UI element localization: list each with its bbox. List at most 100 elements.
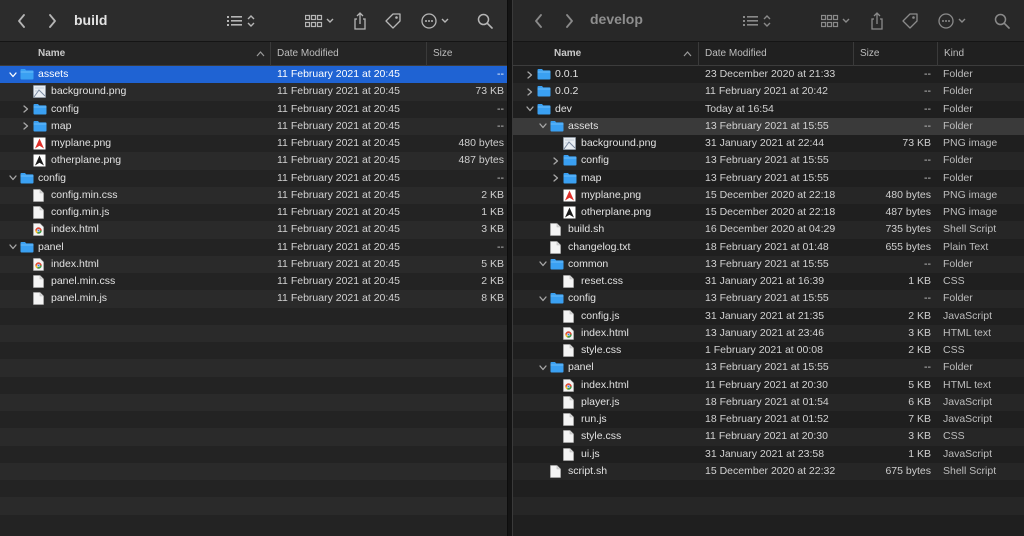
file-row[interactable]: otherplane.png 11 February 2021 at 20:45 4… bbox=[0, 152, 507, 170]
disclosure-closed-icon[interactable] bbox=[551, 152, 561, 169]
file-row[interactable]: 0.0.1 23 December 2020 at 21:33 -- Folder bbox=[513, 66, 1024, 84]
file-row[interactable]: config 11 February 2021 at 20:45 -- bbox=[0, 169, 507, 187]
disclosure-open-icon[interactable] bbox=[538, 290, 548, 307]
file-row[interactable]: run.js 18 February 2021 at 01:52 7 KB JavaS… bbox=[513, 411, 1024, 429]
file-name: config.min.css bbox=[51, 188, 118, 201]
tags-button[interactable] bbox=[899, 8, 921, 34]
file-row[interactable]: panel.min.css 11 February 2021 at 20:45 2 … bbox=[0, 273, 507, 291]
column-date-modified[interactable]: Date Modified bbox=[698, 42, 853, 66]
file-row[interactable]: assets 13 February 2021 at 15:55 -- Folder bbox=[513, 117, 1024, 135]
file-kind: HTML text bbox=[943, 326, 992, 339]
file-row[interactable]: background.png 11 February 2021 at 20:45 7… bbox=[0, 83, 507, 101]
file-row[interactable]: myplane.png 11 February 2021 at 20:45 480 … bbox=[0, 135, 507, 153]
search-button[interactable] bbox=[991, 8, 1013, 34]
file-row[interactable]: assets 11 February 2021 at 20:45 -- bbox=[0, 66, 507, 84]
file-row[interactable]: background.png 31 January 2021 at 22:44 73… bbox=[513, 135, 1024, 153]
disclosure-closed-icon[interactable] bbox=[21, 118, 31, 135]
file-size: -- bbox=[924, 361, 931, 374]
file-row[interactable]: map 13 February 2021 at 15:55 -- Folder bbox=[513, 169, 1024, 187]
file-row[interactable]: dev Today at 16:54 -- Folder bbox=[513, 100, 1024, 118]
file-row[interactable]: index.html 13 January 2021 at 23:46 3 KB HT… bbox=[513, 324, 1024, 342]
file-row[interactable]: config.min.js 11 February 2021 at 20:45 1 … bbox=[0, 204, 507, 222]
document-icon bbox=[550, 240, 564, 254]
disclosure-open-icon[interactable] bbox=[538, 118, 548, 135]
file-kind: JavaScript bbox=[943, 395, 993, 408]
disclosure-closed-icon[interactable] bbox=[525, 66, 535, 83]
file-row[interactable]: build.sh 16 December 2020 at 04:29 735 byt… bbox=[513, 221, 1024, 239]
file-row[interactable]: index.html 11 February 2021 at 20:45 3 KB bbox=[0, 221, 507, 239]
tags-button[interactable] bbox=[382, 8, 404, 34]
file-row[interactable]: panel 13 February 2021 at 15:55 -- Folder bbox=[513, 359, 1024, 377]
date-modified: 11 February 2021 at 20:45 bbox=[277, 206, 400, 218]
disclosure-open-icon[interactable] bbox=[8, 239, 18, 256]
file-row[interactable]: reset.css 31 January 2021 at 16:39 1 KB CSS bbox=[513, 273, 1024, 291]
file-name: panel bbox=[568, 361, 594, 374]
file-name: config.min.js bbox=[51, 206, 110, 218]
search-button[interactable] bbox=[474, 8, 496, 34]
plane-image-icon bbox=[563, 189, 577, 202]
back-button[interactable] bbox=[529, 8, 549, 34]
date-modified: 11 February 2021 at 20:45 bbox=[277, 240, 400, 253]
disclosure-open-icon[interactable] bbox=[8, 170, 18, 187]
ellipsis-circle-icon bbox=[421, 13, 453, 29]
forward-button[interactable] bbox=[42, 8, 62, 34]
share-button[interactable] bbox=[350, 8, 370, 34]
share-button[interactable] bbox=[867, 8, 887, 34]
view-options-button[interactable] bbox=[742, 8, 776, 34]
file-row[interactable]: config.js 31 January 2021 at 21:35 2 KB Jav… bbox=[513, 307, 1024, 325]
column-kind[interactable]: Kind bbox=[937, 42, 1024, 66]
file-name: common bbox=[568, 257, 609, 270]
file-size: 480 bytes bbox=[885, 188, 931, 201]
file-row[interactable]: common 13 February 2021 at 15:55 -- Folder bbox=[513, 255, 1024, 273]
file-row[interactable]: panel.min.js 11 February 2021 at 20:45 8 K… bbox=[0, 290, 507, 308]
group-button[interactable] bbox=[304, 8, 338, 34]
file-row[interactable]: otherplane.png 15 December 2020 at 22:18 4… bbox=[513, 204, 1024, 222]
file-name: background.png bbox=[581, 137, 657, 149]
action-button[interactable] bbox=[420, 8, 454, 34]
column-size[interactable]: Size bbox=[426, 42, 507, 66]
file-row[interactable]: index.html 11 February 2021 at 20:30 5 KB H… bbox=[513, 376, 1024, 394]
file-row[interactable]: style.css 11 February 2021 at 20:30 3 KB CS… bbox=[513, 428, 1024, 446]
folder-icon bbox=[550, 120, 564, 133]
view-options-button[interactable] bbox=[226, 8, 260, 34]
column-date-modified[interactable]: Date Modified bbox=[270, 42, 426, 66]
empty-row bbox=[513, 480, 1024, 498]
disclosure-closed-icon[interactable] bbox=[21, 101, 31, 118]
file-size: 7 KB bbox=[908, 413, 931, 425]
file-row[interactable]: changelog.txt 18 February 2021 at 01:48 65… bbox=[513, 238, 1024, 256]
folder-icon bbox=[20, 68, 34, 81]
column-name[interactable]: Name bbox=[38, 42, 65, 66]
file-row[interactable]: player.js 18 February 2021 at 01:54 6 KB Ja… bbox=[513, 393, 1024, 411]
disclosure-closed-icon[interactable] bbox=[551, 170, 561, 187]
file-row[interactable]: 0.0.2 11 February 2021 at 20:42 -- Folder bbox=[513, 83, 1024, 101]
disclosure-open-icon[interactable] bbox=[525, 101, 535, 118]
window-title: develop bbox=[590, 11, 643, 27]
date-modified: 16 December 2020 at 04:29 bbox=[705, 223, 836, 236]
disclosure-open-icon[interactable] bbox=[538, 256, 548, 273]
disclosure-closed-icon[interactable] bbox=[525, 83, 535, 100]
date-modified: 13 February 2021 at 15:55 bbox=[705, 361, 829, 374]
column-name[interactable]: Name bbox=[554, 42, 581, 66]
file-row[interactable]: config.min.css 11 February 2021 at 20:45 2… bbox=[0, 186, 507, 204]
file-row[interactable]: ui.js 31 January 2021 at 23:58 1 KB JavaScr… bbox=[513, 445, 1024, 463]
disclosure-open-icon[interactable] bbox=[8, 66, 18, 83]
file-row[interactable]: index.html 11 February 2021 at 20:45 5 KB bbox=[0, 255, 507, 273]
action-button[interactable] bbox=[937, 8, 971, 34]
file-name: myplane.png bbox=[581, 188, 642, 201]
file-row[interactable]: config 11 February 2021 at 20:45 -- bbox=[0, 100, 507, 118]
document-icon bbox=[33, 188, 47, 202]
file-size: 2 KB bbox=[908, 309, 931, 322]
empty-row bbox=[0, 307, 507, 325]
file-row[interactable]: script.sh 15 December 2020 at 22:32 675 by… bbox=[513, 462, 1024, 480]
file-row[interactable]: config 13 February 2021 at 15:55 -- Folder bbox=[513, 290, 1024, 308]
back-button[interactable] bbox=[12, 8, 32, 34]
disclosure-open-icon[interactable] bbox=[538, 359, 548, 376]
file-row[interactable]: style.css 1 February 2021 at 00:08 2 KB CSS bbox=[513, 342, 1024, 360]
file-row[interactable]: map 11 February 2021 at 20:45 -- bbox=[0, 117, 507, 135]
file-row[interactable]: myplane.png 15 December 2020 at 22:18 480 … bbox=[513, 186, 1024, 204]
file-row[interactable]: config 13 February 2021 at 15:55 -- Folder bbox=[513, 152, 1024, 170]
file-row[interactable]: panel 11 February 2021 at 20:45 -- bbox=[0, 238, 507, 256]
group-button[interactable] bbox=[820, 8, 854, 34]
column-size[interactable]: Size bbox=[853, 42, 937, 66]
forward-button[interactable] bbox=[559, 8, 579, 34]
